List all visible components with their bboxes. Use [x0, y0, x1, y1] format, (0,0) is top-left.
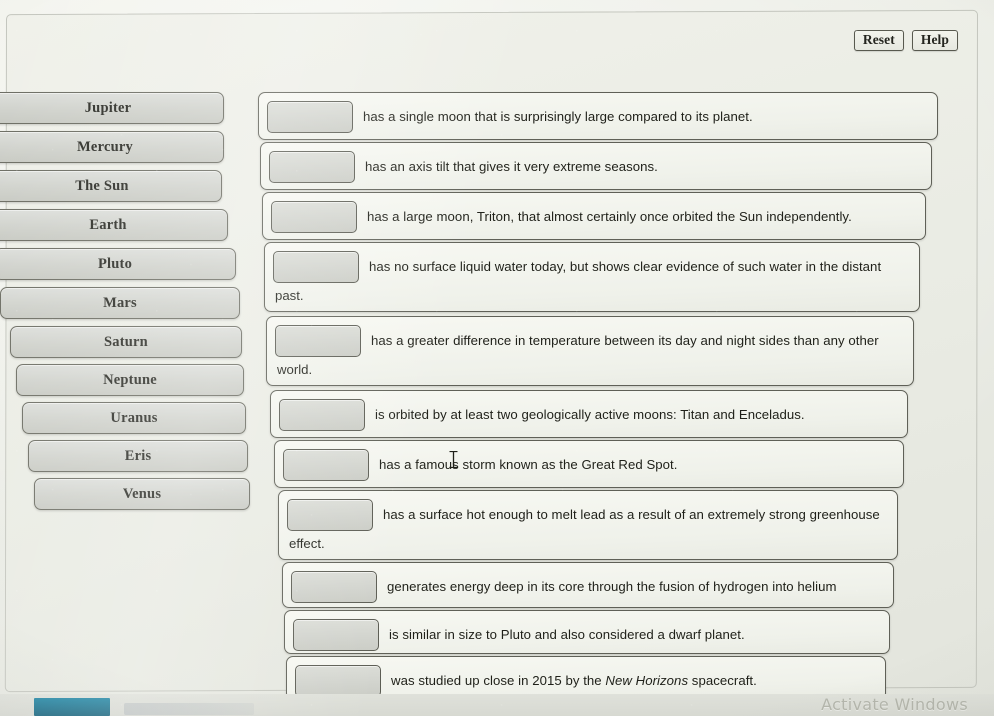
statement-text-continuation: past. [275, 288, 304, 303]
drag-item-label: Uranus [110, 409, 158, 426]
taskbar-tile[interactable] [34, 698, 110, 716]
drop-slot[interactable] [295, 665, 381, 697]
drag-item-the-sun[interactable]: The Sun [0, 170, 222, 202]
drag-item-label: Pluto [97, 255, 133, 272]
drag-item-label: Mercury [77, 138, 133, 155]
statement-row[interactable]: has an axis tilt that gives it very extr… [260, 142, 932, 190]
statement-row[interactable]: generates energy deep in its core throug… [282, 562, 894, 608]
statement-text: is orbited by at least two geologically … [375, 407, 805, 422]
activate-windows-watermark: Activate Windows [821, 695, 968, 714]
statement-text-part: was studied up close in 2015 by the [391, 673, 606, 688]
statement-row[interactable]: has a greater difference in temperature … [266, 316, 914, 386]
drag-item-label: Venus [122, 485, 162, 502]
statement-row[interactable]: has no surface liquid water today, but s… [264, 242, 920, 312]
statement-row[interactable]: has a large moon, Triton, that almost ce… [262, 192, 926, 240]
drop-slot[interactable] [283, 449, 369, 481]
drag-item-mercury[interactable]: Mercury [0, 131, 224, 163]
drag-item-mars[interactable]: Mars [0, 287, 240, 319]
statement-text: has a large moon, Triton, that almost ce… [367, 209, 852, 224]
statement-row[interactable]: has a single moon that is surprisingly l… [258, 92, 938, 140]
drop-slot[interactable] [275, 325, 361, 357]
statement-text: has a greater difference in temperature … [371, 333, 879, 348]
statement-text: generates energy deep in its core throug… [387, 579, 837, 594]
drag-item-venus[interactable]: Venus [34, 478, 250, 510]
drag-item-label: The Sun [75, 177, 129, 194]
drag-item-earth[interactable]: Earth [0, 209, 228, 241]
drop-slot[interactable] [267, 101, 353, 133]
drag-item-pluto[interactable]: Pluto [0, 248, 236, 280]
statement-text: has a single moon that is surprisingly l… [363, 109, 753, 124]
statement-text: has an axis tilt that gives it very extr… [365, 159, 658, 174]
statement-italic-title: New Horizons [605, 673, 689, 688]
drop-slot[interactable] [273, 251, 359, 283]
statement-text-part: spacecraft. [688, 673, 757, 688]
drag-item-saturn[interactable]: Saturn [10, 326, 242, 358]
statement-text: has no surface liquid water today, but s… [369, 259, 882, 274]
reset-button[interactable]: Reset [853, 30, 904, 51]
drag-item-neptune[interactable]: Neptune [16, 364, 244, 396]
statement-text: is similar in size to Pluto and also con… [389, 627, 745, 642]
statement-row[interactable]: is orbited by at least two geologically … [270, 390, 908, 438]
drop-slot[interactable] [269, 151, 355, 183]
statement-text-continuation: world. [277, 362, 313, 377]
drop-slot[interactable] [279, 399, 365, 431]
taskbar-ghost-label [124, 703, 254, 715]
drop-slot[interactable] [287, 499, 373, 531]
drop-slot[interactable] [271, 201, 357, 233]
statement-row[interactable]: is similar in size to Pluto and also con… [284, 610, 890, 654]
drag-item-label: Eris [124, 447, 152, 464]
statement-row[interactable]: has a famous storm known as the Great Re… [274, 440, 904, 488]
drop-slot[interactable] [291, 571, 377, 603]
drag-item-label: Neptune [103, 371, 157, 388]
drag-item-label: Saturn [104, 333, 148, 350]
drag-item-label: Mars [103, 294, 137, 311]
statement-text: was studied up close in 2015 by the New … [391, 672, 757, 689]
drop-slot[interactable] [293, 619, 379, 651]
statement-text: has a famous storm known as the Great Re… [379, 457, 678, 472]
drag-item-uranus[interactable]: Uranus [22, 402, 246, 434]
drag-item-jupiter[interactable]: Jupiter [0, 92, 224, 124]
toolbar: Reset Help [853, 30, 958, 51]
drag-item-label: Jupiter [84, 99, 132, 116]
statement-text-continuation: effect. [289, 536, 325, 551]
drag-item-label: Earth [89, 216, 127, 233]
statement-text: has a surface hot enough to melt lead as… [383, 507, 880, 522]
drag-item-eris[interactable]: Eris [28, 440, 248, 472]
help-button[interactable]: Help [911, 30, 958, 51]
statement-row[interactable]: has a surface hot enough to melt lead as… [278, 490, 898, 560]
